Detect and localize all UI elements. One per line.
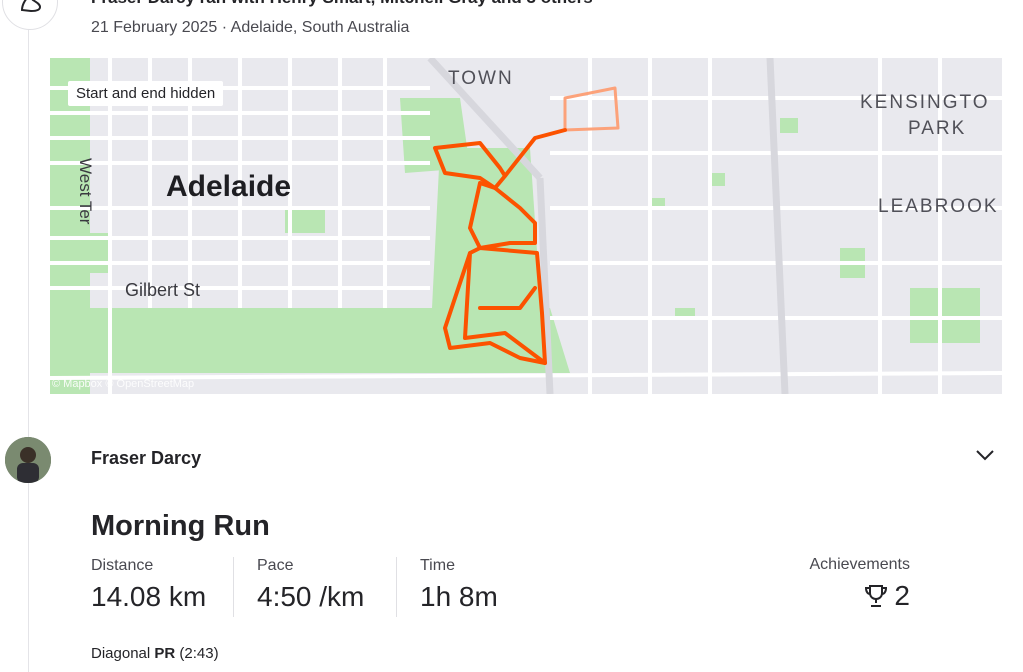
segment-name: Diagonal: [91, 645, 151, 662]
map-canvas: Adelaide TOWN KENSINGTO PARK LEABROOK Gi…: [50, 58, 1002, 394]
activity-map[interactable]: Adelaide TOWN KENSINGTO PARK LEABROOK Gi…: [50, 58, 1002, 394]
map-label-park: PARK: [908, 118, 966, 139]
achievements-summary[interactable]: Achievements 2: [795, 556, 911, 612]
trophy-icon: [865, 585, 888, 607]
map-label-town: TOWN: [448, 68, 514, 89]
segment-time: (2:43): [179, 645, 219, 662]
stat-time: Time 1h 8m: [420, 557, 498, 617]
activity-title[interactable]: Morning Run: [91, 510, 270, 543]
stat-divider: [233, 557, 234, 617]
stat-label: Pace: [257, 557, 294, 574]
chevron-down-icon: [976, 450, 994, 461]
avatar[interactable]: [5, 437, 51, 483]
athlete-name[interactable]: Fraser Darcy: [91, 448, 201, 469]
achievements-count: 2: [894, 580, 910, 611]
map-label-west-ter: West Ter: [76, 158, 95, 225]
stat-label: Time: [420, 557, 455, 574]
segment-achievement[interactable]: Diagonal PR (2:43): [91, 645, 219, 662]
stat-value: 1h 8m: [420, 581, 498, 612]
stat-pace: Pace 4:50 /km: [257, 557, 364, 617]
stat-divider: [396, 557, 397, 617]
map-label-city: Adelaide: [166, 170, 291, 203]
running-shoe-icon: [20, 0, 42, 13]
pr-badge: PR: [154, 645, 176, 662]
achievements-label: Achievements: [809, 556, 911, 573]
stat-distance: Distance 14.08 km: [91, 557, 206, 617]
activity-type-badge: [2, 0, 58, 30]
map-attribution[interactable]: © Mapbox © OpenStreetMap: [52, 378, 194, 390]
map-label-gilbert-st: Gilbert St: [125, 280, 200, 300]
map-label-kensington: KENSINGTO: [860, 92, 990, 113]
stat-value: 4:50 /km: [257, 581, 365, 612]
expand-button[interactable]: [972, 444, 998, 466]
activity-header-title[interactable]: Fraser Darcy ran with Henry Smart, Mitch…: [91, 0, 593, 8]
avatar-image: [5, 437, 51, 483]
map-label-leabrook: LEABROOK: [878, 196, 999, 217]
feed-timeline-line: [28, 0, 29, 672]
start-end-hidden-badge: Start and end hidden: [68, 81, 224, 106]
stat-value: 14.08 km: [91, 581, 207, 612]
stat-label: Distance: [91, 557, 154, 574]
activity-date-location: 21 February 2025 · Adelaide, South Austr…: [91, 19, 410, 36]
